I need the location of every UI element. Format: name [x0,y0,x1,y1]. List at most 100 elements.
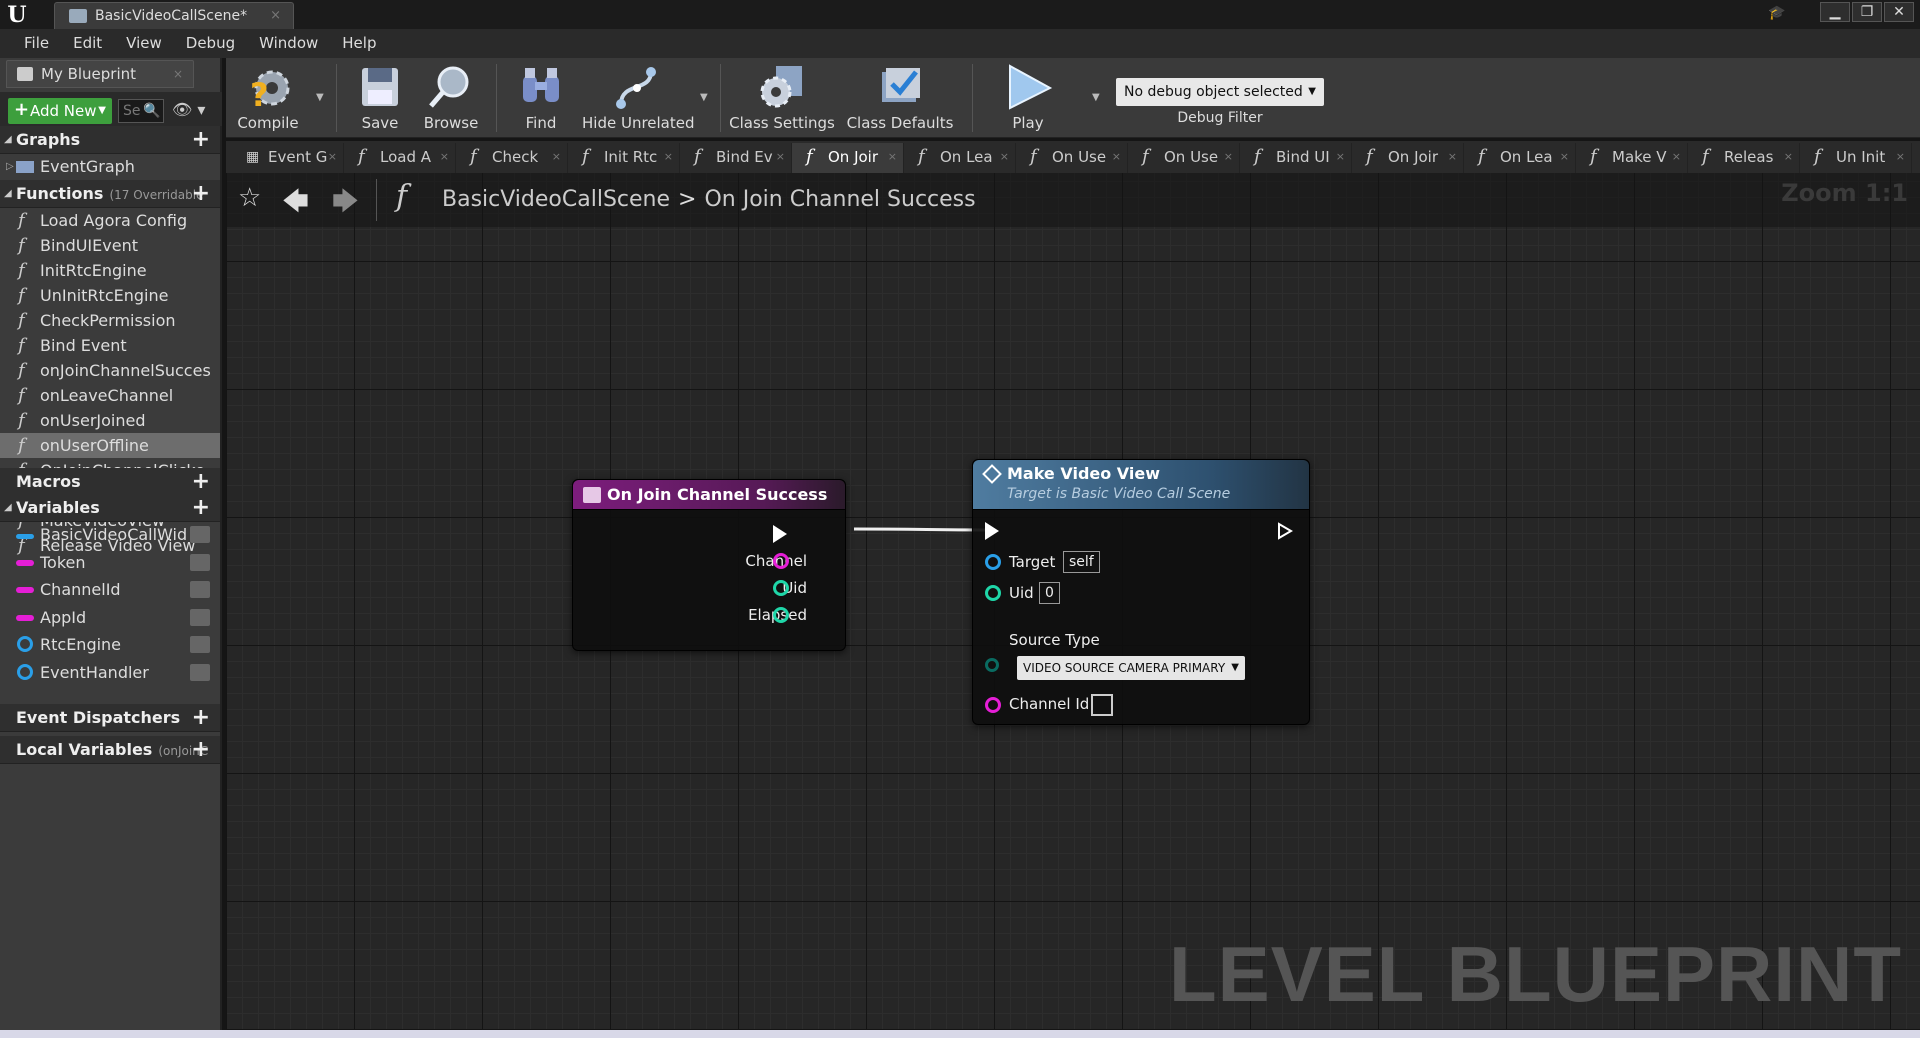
function-item[interactable]: f onLeaveChannel [0,383,220,408]
document-tab[interactable]: BasicVideoCallScene* × [54,2,294,29]
close-tab-icon[interactable]: × [1896,143,1905,171]
variable-visibility-eye-icon[interactable] [190,608,210,626]
channel-output-pin[interactable] [773,553,789,569]
graph-tab[interactable]: f Releas × [1688,143,1800,173]
channel-id-input-pin[interactable] [985,697,1001,713]
variable-item[interactable]: EventHandler [0,660,220,685]
exec-in-pin[interactable] [985,522,999,540]
add-variable-plus-icon[interactable]: + [192,494,210,522]
restore-button[interactable]: ❐ [1852,2,1882,22]
play-options-chevron-icon[interactable]: ▼ [1092,92,1100,103]
graph-tab[interactable]: f On Joir × [792,143,904,173]
function-item[interactable]: f InitRtcEngine [0,258,220,283]
close-window-button[interactable]: ✕ [1884,2,1914,22]
graph-tab[interactable]: f On Lea × [904,143,1016,173]
breadcrumb-root[interactable]: BasicVideoCallScene [442,187,670,212]
on-join-channel-success-node[interactable]: On Join Channel Success Channel Uid Elap… [572,479,846,651]
close-tab-icon[interactable]: × [776,143,785,171]
graph-tab[interactable]: f Bind Ev × [680,143,792,173]
function-item[interactable]: f onJoinChannelSucces [0,358,220,383]
browse-button[interactable]: Browse [416,62,486,138]
source-type-input-pin[interactable] [985,658,999,672]
find-button[interactable]: Find [506,62,576,138]
class-settings-button[interactable]: Class Settings [726,62,838,138]
close-tab-icon[interactable]: × [328,143,337,171]
save-button[interactable]: Save [350,62,410,138]
close-tab-icon[interactable]: × [1784,143,1793,171]
close-panel-icon[interactable]: × [173,61,183,87]
menu-help[interactable]: Help [330,29,388,58]
event-dispatchers-section-header[interactable]: Event Dispatchers + [0,704,220,732]
function-item[interactable]: f Load Agora Config [0,208,220,233]
close-tab-icon[interactable]: × [1448,143,1457,171]
graph-tab[interactable]: f On Use × [1016,143,1128,173]
menu-file[interactable]: File [12,29,61,58]
variable-visibility-eye-icon[interactable] [190,581,210,598]
uid-input-pin[interactable] [985,585,1001,601]
menu-view[interactable]: View [114,29,174,58]
view-options-eye-icon[interactable]: 👁 ▾ [172,100,208,120]
close-tab-icon[interactable]: × [1112,143,1121,171]
minimize-button[interactable]: ▁ [1820,2,1850,22]
function-item[interactable]: f Bind Event [0,333,220,358]
close-tab-icon[interactable]: × [664,143,673,171]
graph-item-eventgraph[interactable]: ▷ EventGraph [0,154,220,179]
functions-section-header[interactable]: ◢ Functions (17 Overridable + [0,180,220,208]
class-defaults-button[interactable]: Class Defaults [842,62,958,138]
graph-tab[interactable]: f On Lea × [1464,143,1576,173]
graph-tab[interactable]: f Bind UI × [1240,143,1352,173]
variable-item[interactable]: AppId [0,605,220,630]
hide-unrelated-button[interactable]: Hide Unrelated [582,62,695,138]
function-item[interactable]: f onUserOffline [0,433,220,458]
close-tab-icon[interactable]: × [888,143,897,171]
close-tab-icon[interactable]: × [270,3,281,29]
local-variables-section-header[interactable]: Local Variables (onJoinC + [0,736,220,764]
uid-output-pin[interactable] [773,580,789,596]
my-blueprint-tab[interactable]: My Blueprint × [6,60,194,88]
graduation-cap-icon[interactable]: 🎓 [1768,5,1790,21]
search-input[interactable]: Se 🔍 [118,99,164,123]
graph-tab[interactable]: f On Use × [1128,143,1240,173]
uid-value-field[interactable]: 0 [1039,582,1060,604]
exec-out-pin[interactable] [1277,522,1293,540]
close-tab-icon[interactable]: × [552,143,561,171]
variable-item[interactable]: ChannelId [0,577,220,602]
variables-section-header[interactable]: ◢ Variables + [0,494,220,522]
menu-window[interactable]: Window [247,29,330,58]
close-tab-icon[interactable]: × [1560,143,1569,171]
target-input-pin[interactable] [985,554,1001,570]
close-tab-icon[interactable]: × [440,143,449,171]
blueprint-graph-canvas[interactable]: ☆ 🡄 🡆 f BasicVideoCallScene > On Join Chan… [226,173,1920,1030]
graph-tab[interactable]: f Un Init × [1800,143,1912,173]
menu-debug[interactable]: Debug [174,29,247,58]
variable-item[interactable]: RtcEngine [0,632,220,657]
play-button[interactable]: Play [998,62,1058,138]
function-item[interactable]: f BindUIEvent [0,233,220,258]
target-value[interactable]: self [1063,551,1100,573]
close-tab-icon[interactable]: × [1224,143,1233,171]
close-tab-icon[interactable]: × [1672,143,1681,171]
event-node-header[interactable]: On Join Channel Success [573,480,845,510]
channel-id-value-field[interactable] [1091,694,1113,716]
variable-visibility-eye-icon[interactable] [190,636,210,653]
graph-tab[interactable]: f On Joir × [1352,143,1464,173]
function-item[interactable]: f UnInitRtcEngine [0,283,220,308]
add-graph-plus-icon[interactable]: + [192,126,210,154]
source-type-select[interactable]: VIDEO SOURCE CAMERA PRIMARY ▼ [1017,656,1245,680]
graph-tab[interactable]: f Check × [456,143,568,173]
hide-unrelated-options-chevron-icon[interactable]: ▼ [700,92,708,103]
close-tab-icon[interactable]: × [1336,143,1345,171]
variable-item[interactable]: BasicVideoCallWid [0,522,220,547]
variable-item[interactable]: Token [0,550,220,575]
compile-button[interactable]: ? Compile [228,62,308,138]
add-dispatcher-plus-icon[interactable]: + [192,704,210,732]
add-new-button[interactable]: Add New ▼ [8,97,112,124]
graph-tab[interactable]: f Make V × [1576,143,1688,173]
function-node-header[interactable]: Make Video View Target is Basic Video Ca… [973,460,1309,510]
add-local-variable-plus-icon[interactable]: + [192,736,210,764]
macros-section-header[interactable]: Macros + [0,468,220,496]
back-arrow-icon[interactable]: 🡄 [282,183,309,227]
variable-visibility-eye-icon[interactable] [190,526,210,543]
menu-edit[interactable]: Edit [61,29,114,58]
add-macro-plus-icon[interactable]: + [192,468,210,496]
